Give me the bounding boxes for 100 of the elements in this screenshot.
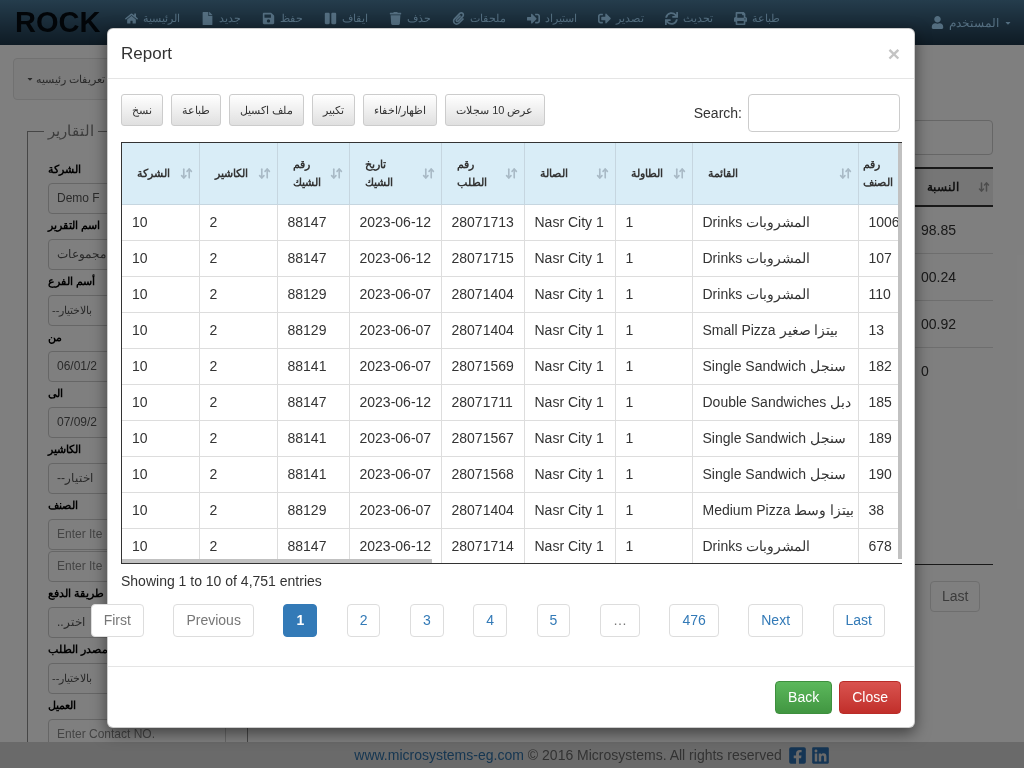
trash-icon <box>389 11 403 25</box>
pagination-button[interactable]: 3 <box>410 604 444 637</box>
field-label: الصنف <box>48 497 78 513</box>
table-cell: 2 <box>199 456 277 492</box>
user-icon <box>931 16 944 29</box>
nav-link[interactable]: تحديث <box>665 11 714 25</box>
table-cell: 28071404 <box>441 276 524 312</box>
website-link[interactable]: www.microsystems-eg.com <box>354 744 524 766</box>
sort-icon[interactable] <box>421 166 435 180</box>
user-menu[interactable]: المستخدم <box>931 13 1012 32</box>
table-cell: 2023-06-07 <box>349 420 441 456</box>
table-cell: 88129 <box>277 312 349 348</box>
linkedin-icon[interactable] <box>810 745 830 765</box>
pagination-button[interactable]: 2 <box>346 604 381 637</box>
table-cell: 28071713 <box>441 204 524 240</box>
table-cell: 28071404 <box>441 492 524 528</box>
table-cell: 88129 <box>277 276 349 312</box>
pagination-button[interactable]: 4 <box>473 604 508 637</box>
nav-link[interactable]: ملحقات <box>452 11 507 25</box>
horizontal-scrollbar[interactable] <box>122 559 432 563</box>
refresh-icon <box>665 11 679 25</box>
sort-icon[interactable] <box>672 166 686 180</box>
sort-icon[interactable] <box>504 166 518 180</box>
toolbar-button[interactable]: اظهار/اخفاء <box>363 94 438 126</box>
table-cell: 1 <box>615 420 692 456</box>
facebook-icon[interactable] <box>787 745 807 765</box>
table-cell: Drinks المشروبات <box>692 240 858 276</box>
nav-link[interactable]: جديد <box>201 11 242 25</box>
table-cell: 2023-06-12 <box>349 240 441 276</box>
table-cell-text: 0 <box>920 362 930 381</box>
sort-icon[interactable] <box>329 166 343 180</box>
table-cell: Nasr City 1 <box>524 528 615 563</box>
table-cell: 2023-06-12 <box>349 204 441 240</box>
field-label: أسم الفرع <box>48 273 96 289</box>
table-cell: 28071715 <box>441 240 524 276</box>
fieldset-legend: التقارير <box>44 120 98 143</box>
table-cell: 88141 <box>277 420 349 456</box>
toolbar-button[interactable]: نسخ <box>121 94 163 126</box>
sort-icon[interactable] <box>257 166 271 180</box>
caret-icon <box>26 75 34 83</box>
sign-in-icon <box>527 11 541 25</box>
last-page-button[interactable]: Last <box>930 581 981 612</box>
table-cell: 10 <box>122 348 199 384</box>
nav-link[interactable]: حفظ <box>262 11 304 25</box>
sort-icon[interactable] <box>978 181 990 193</box>
paperclip-icon <box>452 11 466 25</box>
field-label: مصدر الطلب <box>48 641 109 657</box>
table-cell: 1 <box>615 492 692 528</box>
table-cell: 2 <box>199 420 277 456</box>
nav-link[interactable]: حذف <box>389 11 432 25</box>
pagination-button[interactable]: 1 <box>283 604 318 637</box>
table-cell: Single Sandwich سنجل <box>692 456 858 492</box>
field-label: اسم التقرير <box>48 217 101 233</box>
table-cell: 1 <box>615 528 692 563</box>
toolbar-button[interactable]: عرض 10 سجلات <box>445 94 545 126</box>
pagination-button[interactable]: Last <box>832 604 885 637</box>
table-cell: 2023-06-07 <box>349 456 441 492</box>
toolbar-button[interactable]: طباعة <box>171 94 221 126</box>
toolbar-button[interactable]: ملف اكسيل <box>229 94 305 126</box>
table-cell: 88147 <box>277 384 349 420</box>
table-cell: Small Pizza بيتزا صغير <box>692 312 858 348</box>
modal-title: Report <box>121 42 173 65</box>
table-cell: Nasr City 1 <box>524 456 615 492</box>
nav-link[interactable]: ايقاف <box>324 11 369 25</box>
table-cell: 28071404 <box>441 312 524 348</box>
column-header: الطاولة <box>630 166 663 182</box>
column-header: الصالة <box>539 166 568 182</box>
sort-icon[interactable] <box>838 166 852 180</box>
column-header: رقم الصنف <box>862 157 893 191</box>
table-cell: Drinks المشروبات <box>692 276 858 312</box>
table-cell: 1 <box>615 384 692 420</box>
table-cell: 28071714 <box>441 528 524 563</box>
table-cell: 2023-06-07 <box>349 276 441 312</box>
table-cell: 10 <box>122 312 199 348</box>
pagination-button[interactable]: 476 <box>669 604 719 637</box>
nav-link[interactable]: استيراد <box>527 11 578 25</box>
nav-link[interactable]: الرئيسية <box>125 11 181 25</box>
toolbar-button[interactable]: تكبير <box>312 94 356 126</box>
search-field[interactable] <box>912 120 993 155</box>
file-icon <box>201 11 215 25</box>
table-cell: Single Sandwich سنجل <box>692 420 858 456</box>
search-field[interactable] <box>748 94 900 132</box>
nav-link[interactable]: طباعة <box>734 11 781 25</box>
sort-icon[interactable] <box>179 166 193 180</box>
column-header: الشركة <box>137 166 170 182</box>
table-cell: Nasr City 1 <box>524 312 615 348</box>
dialog-button[interactable]: Close <box>839 681 901 714</box>
nav-link[interactable]: تصدير <box>598 11 645 25</box>
home-icon <box>125 11 139 25</box>
sort-icon[interactable] <box>595 166 609 180</box>
table-cell: 10 <box>122 492 199 528</box>
dialog-button[interactable]: Back <box>775 681 833 714</box>
table-cell: 2023-06-07 <box>349 348 441 384</box>
table-cell: 10 <box>122 204 199 240</box>
table-cell: 10 <box>122 384 199 420</box>
table-cell: 2 <box>199 276 277 312</box>
vertical-scrollbar[interactable] <box>898 143 902 559</box>
table-cell: 2023-06-07 <box>349 492 441 528</box>
pagination-button[interactable]: 5 <box>536 604 571 637</box>
pagination-button[interactable]: Next <box>748 604 804 637</box>
